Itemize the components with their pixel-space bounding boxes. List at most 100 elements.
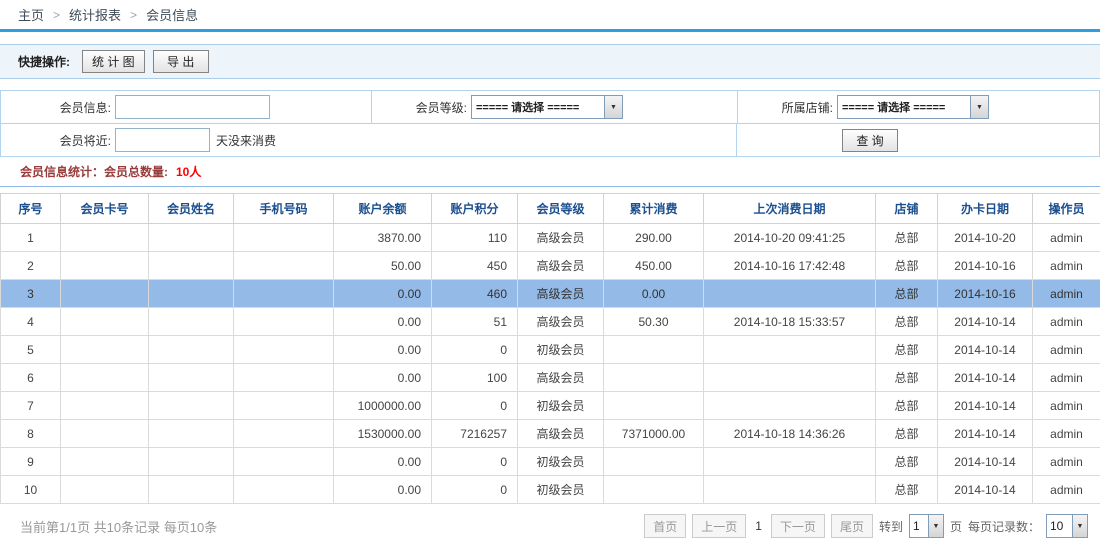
cell-level: 高级会员 [518,364,604,392]
cell-operator: admin [1033,476,1100,504]
cell-card-date: 2014-10-14 [938,308,1033,336]
cell-index: 10 [1,476,61,504]
cell-points: 0 [432,476,518,504]
first-page-button[interactable]: 首页 [644,514,686,538]
chevron-down-icon: ▼ [604,96,622,118]
cell-phone [234,364,334,392]
cell-card-no [61,308,149,336]
member-level-label: 会员等级: [372,99,471,116]
breadcrumb-home[interactable]: 主页 [18,5,44,24]
table-row[interactable]: 100.000初级会员总部2014-10-14admin [1,476,1100,504]
table-row[interactable]: 40.0051高级会员50.302014-10-18 15:33:57总部201… [1,308,1100,336]
table-row[interactable]: 60.00100高级会员总部2014-10-14admin [1,364,1100,392]
table-header-row: 序号会员卡号会员姓名手机号码账户余额账户积分会员等级累计消费上次消费日期店铺办卡… [1,194,1100,224]
cell-card-date: 2014-10-14 [938,336,1033,364]
column-header-balance: 账户余额 [334,194,432,224]
cell-last-spent-date [704,392,876,420]
cell-balance: 0.00 [334,476,432,504]
table-body: 13870.00110高级会员290.002014-10-20 09:41:25… [1,224,1100,504]
cell-index: 2 [1,252,61,280]
last-page-button[interactable]: 尾页 [831,514,873,538]
cell-points: 51 [432,308,518,336]
table-row[interactable]: 90.000初级会员总部2014-10-14admin [1,448,1100,476]
cell-card-date: 2014-10-14 [938,364,1033,392]
cell-index: 6 [1,364,61,392]
stats-chart-button[interactable]: 统 计 图 [82,50,145,73]
next-page-button[interactable]: 下一页 [771,514,825,538]
cell-total-spent [604,392,704,420]
cell-level: 初级会员 [518,448,604,476]
cell-store: 总部 [876,336,938,364]
cell-last-spent-date [704,336,876,364]
breadcrumb-member-info[interactable]: 会员信息 [146,5,198,24]
cell-phone [234,252,334,280]
cell-level: 初级会员 [518,392,604,420]
member-level-select[interactable]: ===== 请选择 ===== ▼ [471,95,623,119]
pagination-controls: 首页 上一页 1 下一页 尾页 转到 1 ▼ 页 每页记录数： 10 ▼ [644,514,1088,538]
cell-total-spent: 7371000.00 [604,420,704,448]
member-info-input[interactable] [115,95,270,119]
cell-level: 高级会员 [518,308,604,336]
cell-card-no [61,252,149,280]
cell-card-no [61,448,149,476]
goto-suffix: 页 [950,518,962,535]
store-value: ===== 请选择 ===== [838,96,970,118]
quick-buttons: 统 计 图导 出 [82,50,217,73]
cell-last-spent-date [704,476,876,504]
cell-phone [234,392,334,420]
cell-index: 8 [1,420,61,448]
cell-points: 110 [432,224,518,252]
cell-operator: admin [1033,392,1100,420]
goto-page-select[interactable]: 1 ▼ [909,514,944,538]
cell-operator: admin [1033,280,1100,308]
cell-operator: admin [1033,420,1100,448]
cell-points: 0 [432,392,518,420]
cell-name [149,252,234,280]
cell-phone [234,420,334,448]
cell-phone [234,336,334,364]
quick-actions-label: 快捷操作: [18,53,70,70]
cell-card-date: 2014-10-14 [938,392,1033,420]
cell-points: 7216257 [432,420,518,448]
prev-page-button[interactable]: 上一页 [692,514,746,538]
cell-card-date: 2014-10-20 [938,224,1033,252]
cell-balance: 0.00 [334,364,432,392]
table-row[interactable]: 13870.00110高级会员290.002014-10-20 09:41:25… [1,224,1100,252]
quick-actions-bar: 快捷操作: 统 计 图导 出 [0,44,1100,79]
cell-card-no [61,392,149,420]
column-header-level: 会员等级 [518,194,604,224]
cell-total-spent: 290.00 [604,224,704,252]
table-row[interactable]: 81530000.007216257高级会员7371000.002014-10-… [1,420,1100,448]
breadcrumb-reports[interactable]: 统计报表 [69,5,121,24]
table-row[interactable]: 71000000.000初级会员总部2014-10-14admin [1,392,1100,420]
page-size-select[interactable]: 10 ▼ [1046,514,1088,538]
days-input[interactable] [115,128,210,152]
table-row[interactable]: 250.00450高级会员450.002014-10-16 17:42:48总部… [1,252,1100,280]
column-header-points: 账户积分 [432,194,518,224]
cell-card-date: 2014-10-14 [938,420,1033,448]
filter-row-1: 会员信息: 会员等级: ===== 请选择 ===== ▼ 所属店铺: ====… [1,91,1099,124]
cell-operator: admin [1033,336,1100,364]
cell-level: 高级会员 [518,252,604,280]
table-row[interactable]: 30.00460高级会员0.00总部2014-10-16admin [1,280,1100,308]
filter-panel: 会员信息: 会员等级: ===== 请选择 ===== ▼ 所属店铺: ====… [0,90,1100,157]
store-select[interactable]: ===== 请选择 ===== ▼ [837,95,989,119]
column-header-total-spent: 累计消费 [604,194,704,224]
cell-index: 3 [1,280,61,308]
breadcrumb-separator: > [53,8,60,22]
pagination-summary: 当前第1/1页 共10条记录 每页10条 [20,517,217,536]
member-info-label: 会员信息: [1,99,115,116]
cell-name [149,364,234,392]
cell-name [149,224,234,252]
cell-phone [234,280,334,308]
export-button[interactable]: 导 出 [153,50,209,73]
cell-level: 高级会员 [518,280,604,308]
query-button[interactable]: 查 询 [842,129,898,152]
cell-last-spent-date [704,448,876,476]
table-row[interactable]: 50.000初级会员总部2014-10-14admin [1,336,1100,364]
cell-level: 高级会员 [518,224,604,252]
cell-index: 4 [1,308,61,336]
cell-store: 总部 [876,448,938,476]
column-header-store: 店铺 [876,194,938,224]
cell-balance: 1530000.00 [334,420,432,448]
